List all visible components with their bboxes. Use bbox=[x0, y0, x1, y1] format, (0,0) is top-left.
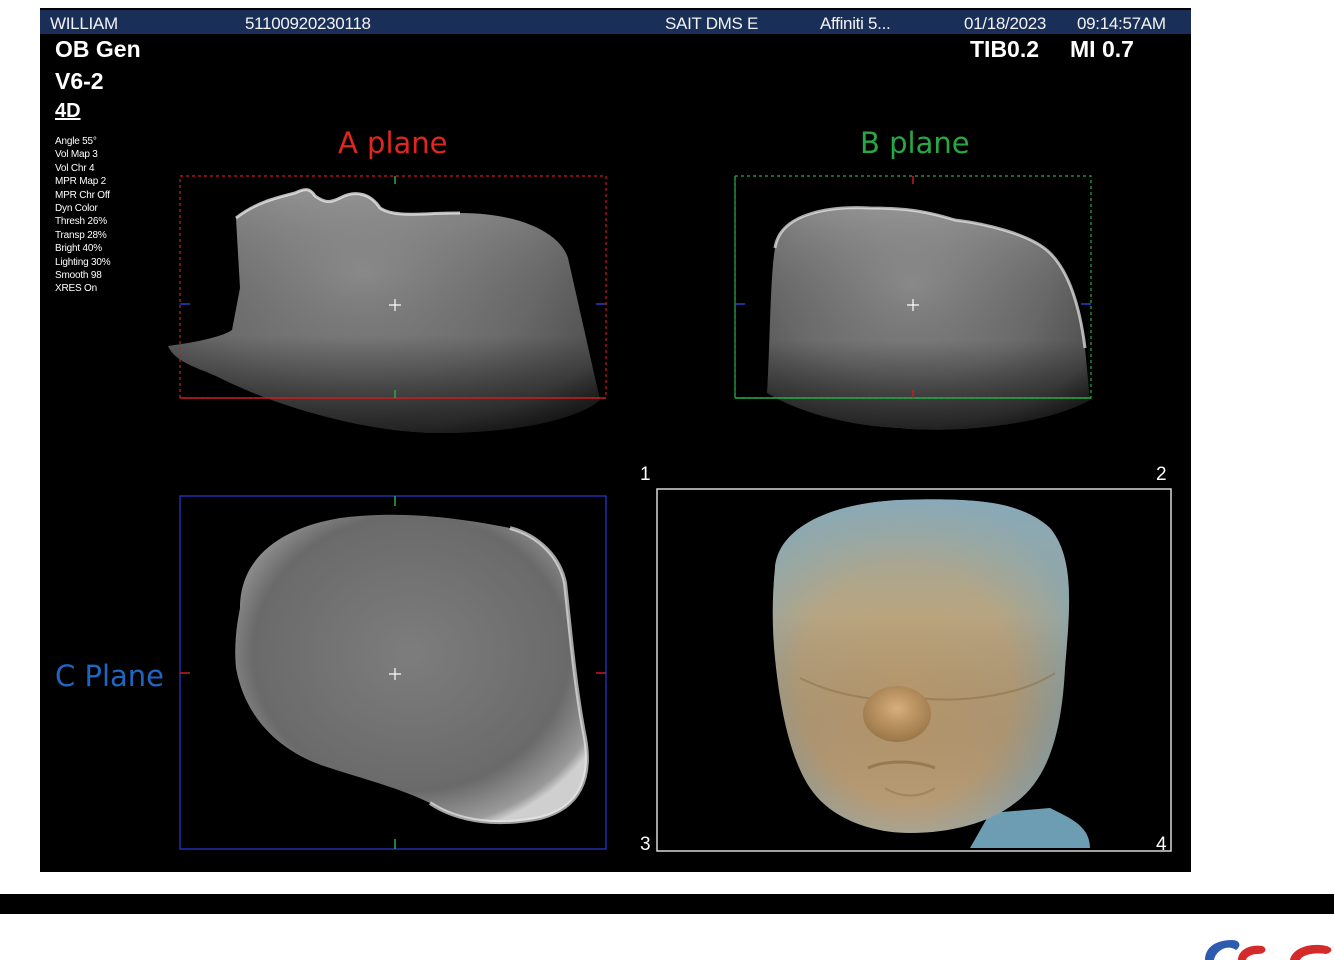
b-plane-image bbox=[734, 175, 1092, 430]
footer-bar bbox=[0, 894, 1334, 914]
ultrasound-images bbox=[168, 175, 1172, 852]
render-3d-nose bbox=[863, 686, 931, 742]
quadrant-number: 1 bbox=[640, 464, 651, 485]
logo-mark-red bbox=[1238, 945, 1266, 960]
logo-mark-blue bbox=[1205, 940, 1240, 960]
logo-mark-red bbox=[1290, 944, 1332, 960]
quadrant-number: 4 bbox=[1156, 834, 1167, 855]
quadrant-number: 3 bbox=[640, 834, 651, 855]
render-3d-face-shading bbox=[772, 499, 1070, 833]
a-plane-shading bbox=[168, 189, 600, 433]
quadrant-number: 2 bbox=[1156, 464, 1167, 485]
c-plane-image bbox=[179, 495, 607, 850]
render-3d-image bbox=[656, 488, 1172, 852]
ultrasound-screen: WILLIAM 51100920230118 SAIT DMS E Affini… bbox=[40, 8, 1191, 872]
a-plane-label: A plane bbox=[338, 126, 448, 160]
b-plane-shading bbox=[767, 207, 1090, 430]
b-plane-label: B plane bbox=[860, 126, 970, 160]
c-plane-label: C Plane bbox=[55, 659, 165, 693]
a-plane-image bbox=[168, 175, 607, 433]
c-plane-tissue bbox=[235, 514, 587, 823]
